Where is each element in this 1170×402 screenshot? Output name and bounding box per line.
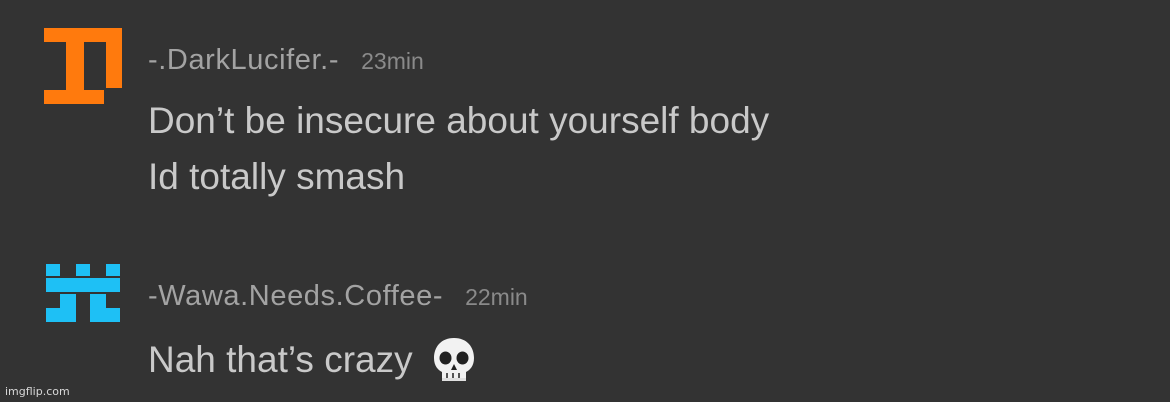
- blue-block-avatar-icon[interactable]: [44, 264, 122, 326]
- comment-meta: -Wawa.Needs.Coffee- 22min: [148, 280, 528, 313]
- comment-text-line: Don’t be insecure about yourself body: [148, 100, 770, 141]
- timestamp: 22min: [465, 284, 528, 310]
- comment-item: -.DarkLucifer.- 23min Don’t be insecure a…: [0, 0, 1170, 220]
- watermark-text: imgflip.com: [5, 385, 70, 398]
- comment-meta: -.DarkLucifer.- 23min: [148, 44, 424, 77]
- orange-block-avatar-icon[interactable]: [44, 28, 122, 104]
- comment-text-line: Id totally smash: [148, 156, 406, 197]
- username-link[interactable]: -Wawa.Needs.Coffee-: [148, 280, 443, 312]
- comment-text-line: Nah that’s crazy: [148, 336, 477, 391]
- skull-emoji-icon: [431, 336, 477, 391]
- comment-item: -Wawa.Needs.Coffee- 22min Nah that’s craz…: [0, 220, 1170, 402]
- comment-text: Nah that’s crazy: [148, 339, 413, 380]
- username-link[interactable]: -.DarkLucifer.-: [148, 44, 339, 76]
- timestamp: 23min: [361, 48, 424, 74]
